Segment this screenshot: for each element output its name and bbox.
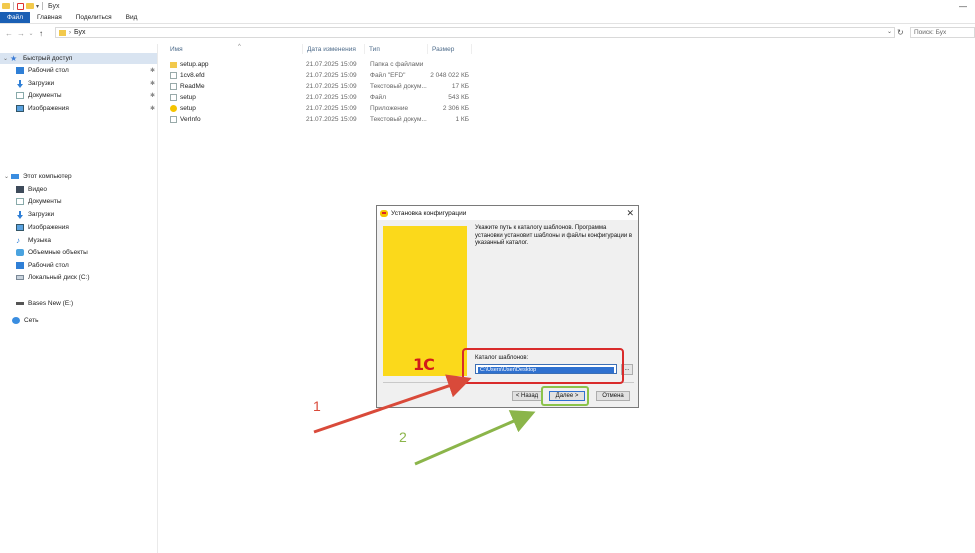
arrow-to-next-button <box>414 410 536 466</box>
arrow-to-catalog-field <box>313 374 472 434</box>
step-1-label: 1 <box>313 398 321 414</box>
step-2-label: 2 <box>399 429 407 445</box>
annotation-arrows <box>313 374 536 466</box>
